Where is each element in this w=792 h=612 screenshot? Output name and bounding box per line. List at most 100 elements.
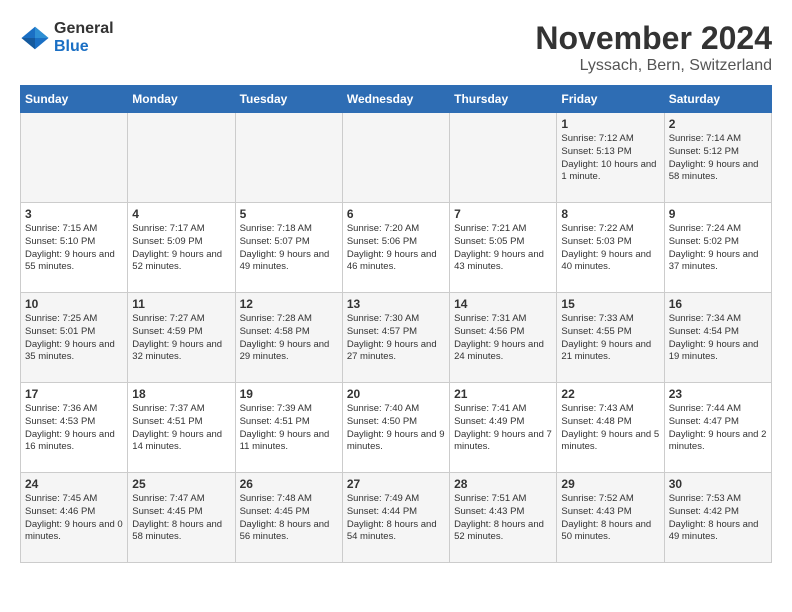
sunrise-text: Sunrise: 7:52 AM bbox=[561, 493, 633, 504]
sunset-text: Sunset: 4:55 PM bbox=[561, 326, 631, 337]
sunset-text: Sunset: 4:56 PM bbox=[454, 326, 524, 337]
day-info: Sunrise: 7:24 AMSunset: 5:02 PMDaylight:… bbox=[669, 223, 767, 274]
calendar-cell: 22 Sunrise: 7:43 AMSunset: 4:48 PMDayligh… bbox=[557, 383, 664, 473]
sunset-text: Sunset: 4:50 PM bbox=[347, 416, 417, 427]
calendar-cell: 28Sunrise: 7:51 AMSunset: 4:43 PMDayligh… bbox=[450, 473, 557, 563]
sunrise-text: Sunrise: 7:34 AM bbox=[669, 313, 741, 324]
sunrise-text: Sunrise: 7:47 AM bbox=[132, 493, 204, 504]
day-info: Sunrise: 7:36 AMSunset: 4:53 PMDaylight:… bbox=[25, 403, 123, 454]
daylight-text: Daylight: 9 hours and 14 minutes. bbox=[132, 429, 222, 453]
location-subtitle: Lyssach, Bern, Switzerland bbox=[535, 57, 772, 75]
day-number: 3 bbox=[25, 207, 123, 221]
day-info: Sunrise: 7:25 AMSunset: 5:01 PMDaylight:… bbox=[25, 313, 123, 364]
day-info: Sunrise: 7:31 AMSunset: 4:56 PMDaylight:… bbox=[454, 313, 552, 364]
logo-text: General Blue bbox=[54, 20, 114, 55]
sunrise-text: Sunrise: 7:22 AM bbox=[561, 223, 633, 234]
sunset-text: Sunset: 4:43 PM bbox=[561, 506, 631, 517]
day-number: 26 bbox=[240, 477, 338, 491]
calendar-cell: 2Sunrise: 7:14 AMSunset: 5:12 PMDaylight… bbox=[664, 113, 771, 203]
day-number: 18 bbox=[132, 387, 230, 401]
sunrise-text: Sunrise: 7:17 AM bbox=[132, 223, 204, 234]
day-number: 4 bbox=[132, 207, 230, 221]
sunset-text: Sunset: 5:10 PM bbox=[25, 236, 95, 247]
day-number: 21 bbox=[454, 387, 552, 401]
calendar-week-3: 10Sunrise: 7:25 AMSunset: 5:01 PMDayligh… bbox=[21, 293, 772, 383]
day-info: Sunrise: 7:45 AMSunset: 4:46 PMDaylight:… bbox=[25, 493, 123, 544]
col-wednesday: Wednesday bbox=[342, 86, 449, 113]
sunset-text: Sunset: 5:07 PM bbox=[240, 236, 310, 247]
day-number: 2 bbox=[669, 117, 767, 131]
calendar-week-2: 3 Sunrise: 7:15 AM Sunset: 5:10 PM Daylight… bbox=[21, 203, 772, 293]
day-info: Sunrise: 7:43 AMSunset: 4:48 PMDaylight:… bbox=[561, 403, 659, 454]
day-number: 22 bbox=[561, 387, 659, 401]
daylight-text: Daylight: 9 hours and 19 minutes. bbox=[669, 339, 759, 363]
col-sunday: Sunday bbox=[21, 86, 128, 113]
daylight-text: Daylight: 9 hours and 52 minutes. bbox=[132, 249, 222, 273]
calendar-week-5: 24Sunrise: 7:45 AMSunset: 4:46 PMDayligh… bbox=[21, 473, 772, 563]
sunrise-text: Sunrise: 7:27 AM bbox=[132, 313, 204, 324]
calendar-cell: 24Sunrise: 7:45 AMSunset: 4:46 PMDayligh… bbox=[21, 473, 128, 563]
calendar-cell: 8 Sunrise: 7:22 AMSunset: 5:03 PMDaylight… bbox=[557, 203, 664, 293]
day-number: 17 bbox=[25, 387, 123, 401]
calendar-cell bbox=[450, 113, 557, 203]
sunset-text: Sunset: 4:53 PM bbox=[25, 416, 95, 427]
day-info: Sunrise: 7:47 AMSunset: 4:45 PMDaylight:… bbox=[132, 493, 230, 544]
sunrise-text: Sunrise: 7:30 AM bbox=[347, 313, 419, 324]
day-number: 16 bbox=[669, 297, 767, 311]
sunset-text: Sunset: 4:51 PM bbox=[240, 416, 310, 427]
daylight-text: Daylight: 9 hours and 43 minutes. bbox=[454, 249, 544, 273]
calendar-cell: 11Sunrise: 7:27 AMSunset: 4:59 PMDayligh… bbox=[128, 293, 235, 383]
day-number: 14 bbox=[454, 297, 552, 311]
sunset-text: Sunset: 5:13 PM bbox=[561, 146, 631, 157]
calendar-body: 1Sunrise: 7:12 AMSunset: 5:13 PMDaylight… bbox=[21, 113, 772, 563]
daylight-text: Daylight: 9 hours and 55 minutes. bbox=[25, 249, 115, 273]
sunrise-text: Sunrise: 7:14 AM bbox=[669, 133, 741, 144]
logo-blue: Blue bbox=[54, 38, 114, 56]
sunrise-text: Sunrise: 7:51 AM bbox=[454, 493, 526, 504]
sunset-text: Sunset: 4:46 PM bbox=[25, 506, 95, 517]
sunrise-text: Sunrise: 7:18 AM bbox=[240, 223, 312, 234]
daylight-text: Daylight: 9 hours and 46 minutes. bbox=[347, 249, 437, 273]
sunset-text: Sunset: 5:01 PM bbox=[25, 326, 95, 337]
calendar-cell: 16 Sunrise: 7:34 AMSunset: 4:54 PMDayligh… bbox=[664, 293, 771, 383]
day-number: 11 bbox=[132, 297, 230, 311]
col-thursday: Thursday bbox=[450, 86, 557, 113]
calendar-cell: 14 Sunrise: 7:31 AMSunset: 4:56 PMDayligh… bbox=[450, 293, 557, 383]
calendar-cell: 7Sunrise: 7:21 AMSunset: 5:05 PMDaylight… bbox=[450, 203, 557, 293]
calendar-cell: 21Sunrise: 7:41 AMSunset: 4:49 PMDayligh… bbox=[450, 383, 557, 473]
sunrise-text: Sunrise: 7:41 AM bbox=[454, 403, 526, 414]
calendar-cell: 20 Sunrise: 7:40 AMSunset: 4:50 PMDayligh… bbox=[342, 383, 449, 473]
day-number: 28 bbox=[454, 477, 552, 491]
sunrise-text: Sunrise: 7:43 AM bbox=[561, 403, 633, 414]
day-info: Sunrise: 7:22 AMSunset: 5:03 PMDaylight:… bbox=[561, 223, 659, 274]
sunrise-text: Sunrise: 7:48 AM bbox=[240, 493, 312, 504]
day-info: Sunrise: 7:34 AMSunset: 4:54 PMDaylight:… bbox=[669, 313, 767, 364]
day-info: Sunrise: 7:20 AMSunset: 5:06 PMDaylight:… bbox=[347, 223, 445, 274]
sunrise-text: Sunrise: 7:28 AM bbox=[240, 313, 312, 324]
sunset-text: Sunset: 4:43 PM bbox=[454, 506, 524, 517]
calendar-cell bbox=[21, 113, 128, 203]
day-number: 15 bbox=[561, 297, 659, 311]
calendar-cell: 6Sunrise: 7:20 AMSunset: 5:06 PMDaylight… bbox=[342, 203, 449, 293]
page-header: General Blue November 2024 Lyssach, Bern… bbox=[20, 20, 772, 75]
daylight-text: Daylight: 9 hours and 58 minutes. bbox=[669, 159, 759, 183]
day-number: 20 bbox=[347, 387, 445, 401]
day-info: Sunrise: 7:40 AMSunset: 4:50 PMDaylight:… bbox=[347, 403, 445, 454]
calendar-week-1: 1Sunrise: 7:12 AMSunset: 5:13 PMDaylight… bbox=[21, 113, 772, 203]
daylight-text: Daylight: 10 hours and 1 minute. bbox=[561, 159, 656, 183]
day-number: 8 bbox=[561, 207, 659, 221]
col-monday: Monday bbox=[128, 86, 235, 113]
calendar-cell: 9Sunrise: 7:24 AMSunset: 5:02 PMDaylight… bbox=[664, 203, 771, 293]
sunrise-text: Sunrise: 7:15 AM bbox=[25, 223, 97, 234]
calendar-cell: 1Sunrise: 7:12 AMSunset: 5:13 PMDaylight… bbox=[557, 113, 664, 203]
calendar-cell: 12Sunrise: 7:28 AMSunset: 4:58 PMDayligh… bbox=[235, 293, 342, 383]
day-info: Sunrise: 7:48 AMSunset: 4:45 PMDaylight:… bbox=[240, 493, 338, 544]
daylight-text: Daylight: 9 hours and 27 minutes. bbox=[347, 339, 437, 363]
sunrise-text: Sunrise: 7:39 AM bbox=[240, 403, 312, 414]
calendar-cell bbox=[128, 113, 235, 203]
sunrise-text: Sunrise: 7:25 AM bbox=[25, 313, 97, 324]
daylight-text: Daylight: 9 hours and 40 minutes. bbox=[561, 249, 651, 273]
sunrise-text: Sunrise: 7:37 AM bbox=[132, 403, 204, 414]
month-year-title: November 2024 bbox=[535, 20, 772, 57]
day-number: 19 bbox=[240, 387, 338, 401]
